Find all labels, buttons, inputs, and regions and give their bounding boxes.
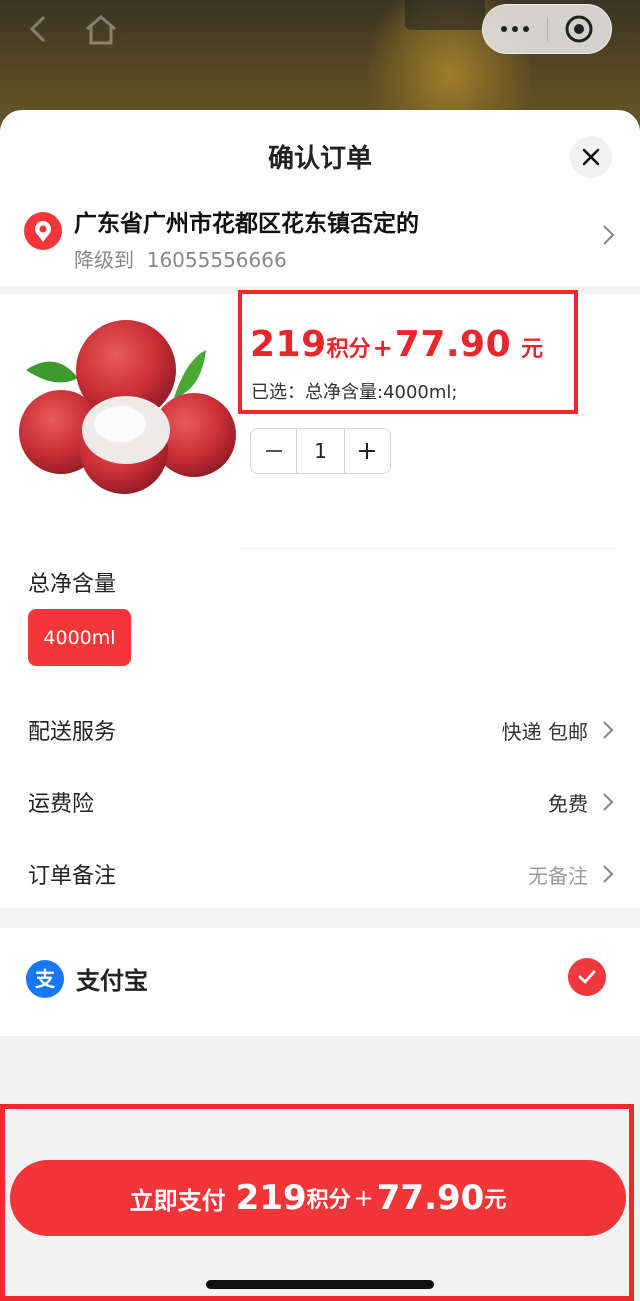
price-currency: 元: [521, 337, 544, 362]
quantity-value[interactable]: 1: [296, 429, 345, 473]
alipay-icon: 支: [26, 960, 64, 998]
pay-now-label: 立即支付: [129, 1186, 226, 1215]
shipping-insurance-label: 运费险: [28, 792, 95, 817]
delivery-label: 配送服务: [28, 720, 117, 745]
location-pin-icon: [24, 212, 62, 250]
chevron-right-icon: [603, 793, 614, 811]
price-points-unit: 积分: [326, 337, 371, 362]
more-icon[interactable]: [483, 5, 547, 53]
pay-points-unit: 积分: [306, 1188, 351, 1213]
minus-icon: [265, 450, 282, 452]
product-divider: [240, 548, 616, 549]
chevron-right-icon: [603, 721, 614, 739]
chevron-right-icon: [603, 225, 615, 245]
lychee-product-image: [19, 320, 236, 494]
order-note-label: 订单备注: [28, 864, 117, 889]
pay-currency: 元: [484, 1188, 507, 1213]
address-text: 广东省广州市花都区花东镇否定的: [74, 211, 419, 237]
checkmark-icon: [578, 970, 596, 984]
pay-plus: +: [353, 1184, 374, 1212]
decrease-button[interactable]: [251, 429, 296, 473]
close-miniprogram-icon[interactable]: [548, 5, 612, 53]
pay-now-button[interactable]: 立即支付 219 积分 +77.90 元: [10, 1160, 626, 1236]
payment-selected-check[interactable]: [568, 958, 606, 996]
shipping-insurance-value: 免费: [548, 792, 588, 816]
alipay-logo-text: 支: [35, 967, 56, 991]
home-icon[interactable]: [84, 14, 118, 46]
pay-amount: 77.90: [376, 1178, 485, 1218]
selected-spec-text: 已选：总净含量:4000ml;: [251, 382, 458, 403]
payment-method-name: 支付宝: [76, 967, 148, 995]
delivery-row[interactable]: 配送服务 快递 包邮: [0, 700, 640, 760]
increase-button[interactable]: [345, 429, 390, 473]
price-points: 219: [250, 324, 327, 365]
price-amount: 77.90: [394, 324, 512, 365]
home-indicator: [206, 1280, 434, 1289]
address-section[interactable]: 广东省广州市花都区花东镇否定的 降级到 16055556666: [0, 194, 640, 286]
plus-icon: [359, 443, 376, 459]
recipient-info: 降级到 16055556666: [74, 244, 287, 273]
product-price: 219积分+77.90 元: [250, 324, 543, 365]
shipping-insurance-row[interactable]: 运费险 免费: [0, 772, 640, 832]
order-confirm-sheet: 确认订单 广东省广州市花都区花东镇否定的 降级到 16055556666 219…: [0, 110, 640, 1301]
section-divider: [0, 908, 640, 928]
bottle-cap-image: [405, 0, 485, 30]
chevron-right-icon: [603, 865, 614, 883]
order-note-value: 无备注: [528, 864, 588, 888]
quantity-stepper: 1: [250, 428, 391, 474]
page-title: 确认订单: [267, 144, 372, 174]
spec-title: 总净含量: [28, 572, 117, 597]
mini-program-capsule: [482, 4, 612, 54]
payment-method-row[interactable]: 支 支付宝: [0, 928, 640, 1036]
price-plus: +: [372, 334, 393, 362]
delivery-value: 快递 包邮: [501, 720, 588, 744]
recipient-name: 降级到: [74, 248, 134, 272]
recipient-phone: 16055556666: [146, 248, 287, 272]
close-icon: [582, 148, 600, 166]
close-button[interactable]: [570, 136, 612, 178]
order-note-row[interactable]: 订单备注 无备注: [0, 844, 640, 904]
back-icon[interactable]: [24, 14, 54, 44]
spec-option-4000ml[interactable]: 4000ml: [28, 609, 131, 666]
pay-points: 219: [235, 1178, 307, 1218]
